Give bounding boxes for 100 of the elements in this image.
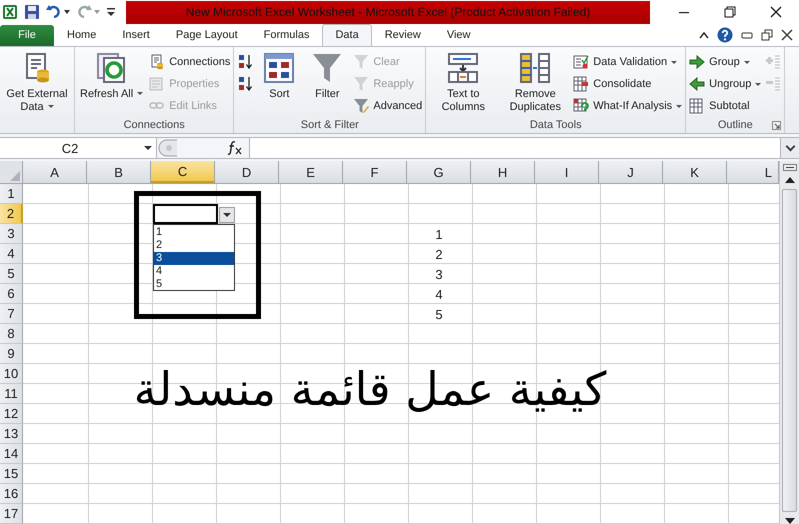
undo-icon[interactable]: [46, 4, 62, 20]
caret-icon[interactable]: [64, 10, 70, 14]
ribbon-button[interactable]: Filter: [305, 48, 350, 104]
caption-text: كيفية عمل قائمة منسدلة: [132, 361, 608, 418]
ribbon-button[interactable]: Get External Data: [3, 48, 71, 117]
ribbon-button[interactable]: Consolidate: [573, 74, 682, 94]
row-header[interactable]: 9: [0, 344, 24, 364]
ribbon-button[interactable]: Group: [689, 52, 762, 72]
group-label: Data Tools: [530, 119, 582, 132]
row-header[interactable]: 10: [0, 364, 24, 384]
ribbon-button[interactable]: Remove Duplicates: [501, 48, 570, 117]
restore-icon[interactable]: [761, 29, 773, 42]
column-header[interactable]: D: [215, 161, 280, 183]
scroll-up-icon[interactable]: [784, 177, 795, 183]
scroll-down-icon[interactable]: [784, 518, 795, 524]
customize-toolbar-icon[interactable]: [106, 6, 116, 18]
row-header[interactable]: 11: [0, 384, 24, 404]
list-option[interactable]: 2: [154, 239, 234, 252]
scrollbar-thumb[interactable]: [782, 189, 798, 512]
row-header[interactable]: 1: [0, 184, 24, 204]
group-label: Outline: [718, 119, 753, 132]
ribbon-tab[interactable]: View: [434, 24, 484, 46]
column-header[interactable]: F: [343, 161, 408, 183]
file-tab[interactable]: File: [0, 24, 54, 46]
row-header[interactable]: 7: [0, 304, 24, 324]
table-cell-text: 1: [434, 226, 444, 244]
expand-formula-button[interactable]: [780, 138, 799, 158]
ribbon-tab[interactable]: Page Layout: [162, 24, 251, 46]
arrow-left-icon: [689, 76, 706, 92]
table-cell-text: 4: [434, 286, 444, 304]
ribbon-button[interactable]: Connections: [149, 52, 230, 72]
ribbon-button[interactable]: Ungroup: [689, 74, 762, 94]
sort-ascending-button[interactable]: [237, 52, 254, 72]
dialog-launcher-icon[interactable]: [772, 121, 782, 130]
row-header[interactable]: 14: [0, 444, 24, 464]
row-header[interactable]: 15: [0, 464, 24, 484]
column-header[interactable]: K: [663, 161, 728, 183]
splitter-handle-icon[interactable]: [157, 139, 179, 158]
column-header[interactable]: G: [407, 161, 472, 183]
sort-ascending-icon: [237, 54, 254, 70]
ribbon-tab[interactable]: Data: [322, 24, 372, 46]
row-header[interactable]: 3: [0, 224, 24, 244]
row-header[interactable]: 16: [0, 484, 24, 504]
row-header[interactable]: 8: [0, 324, 24, 344]
vertical-scrollbar[interactable]: [779, 161, 799, 524]
funnel-pencil-icon: [353, 98, 370, 114]
minus-list-icon: [765, 76, 782, 92]
funnel-icon: [353, 54, 370, 70]
document-icon: [149, 76, 166, 92]
row-header[interactable]: 12: [0, 404, 24, 424]
column-header[interactable]: I: [535, 161, 600, 183]
list-option[interactable]: 3: [154, 252, 234, 265]
column-header[interactable]: J: [599, 161, 664, 183]
ribbon-button[interactable]: Text to Columns: [429, 48, 498, 117]
ribbon-tab[interactable]: Home: [54, 24, 110, 46]
column-header[interactable]: E: [279, 161, 344, 183]
save-icon[interactable]: [24, 4, 40, 20]
funnel-icon: [353, 76, 370, 92]
chevron-up-icon[interactable]: [699, 31, 709, 40]
funnel-icon: [311, 52, 344, 84]
active-cell-border: [153, 204, 218, 224]
ribbon-button[interactable]: Data Validation: [573, 52, 682, 72]
row-header[interactable]: 6: [0, 284, 24, 304]
column-header[interactable]: H: [471, 161, 536, 183]
help-icon[interactable]: [717, 27, 733, 44]
plus-list-icon: [765, 54, 782, 70]
minimize-icon[interactable]: [741, 31, 753, 40]
ribbon-button[interactable]: Refresh All: [78, 48, 146, 104]
row-header[interactable]: 17: [0, 504, 24, 524]
row-header[interactable]: 5: [0, 264, 24, 284]
list-option[interactable]: 5: [154, 278, 234, 291]
table-cell-text: 3: [434, 266, 444, 284]
row-header[interactable]: 13: [0, 424, 24, 444]
row-header[interactable]: 2: [0, 204, 24, 224]
ribbon-tab[interactable]: Review: [372, 24, 434, 46]
list-option[interactable]: 1: [154, 226, 234, 239]
column-header[interactable]: B: [87, 161, 152, 183]
split-handle-icon[interactable]: [782, 164, 797, 171]
sort-descending-icon: [237, 76, 254, 92]
row-header[interactable]: 4: [0, 244, 24, 264]
column-header[interactable]: L: [727, 161, 780, 183]
column-header[interactable]: C: [151, 161, 216, 183]
sort-descending-button[interactable]: [237, 74, 254, 94]
ribbon-button[interactable]: Sort: [257, 48, 302, 104]
question-table-icon: [573, 98, 590, 114]
group-label: Connections: [124, 119, 185, 132]
dropdown-button[interactable]: [219, 207, 235, 223]
close-icon[interactable]: [781, 29, 793, 42]
ribbon-button[interactable]: What-If Analysis: [573, 96, 682, 116]
ribbon-tab[interactable]: Formulas: [250, 24, 322, 46]
ribbon-button[interactable]: Advanced: [353, 96, 422, 116]
ribbon-button[interactable]: Subtotal: [689, 96, 762, 116]
group-label: Sort & Filter: [300, 119, 359, 132]
table-split-icon: [447, 52, 480, 84]
column-header[interactable]: A: [23, 161, 88, 183]
excel-logo-icon[interactable]: [2, 4, 18, 20]
window-title: New Microsoft Excel Worksheet - Microsoft Excel (Product Activation Failed): [126, 0, 650, 24]
list-option[interactable]: 4: [154, 265, 234, 278]
insert-function-icon[interactable]: [227, 141, 243, 156]
ribbon-tab[interactable]: Insert: [109, 24, 163, 46]
